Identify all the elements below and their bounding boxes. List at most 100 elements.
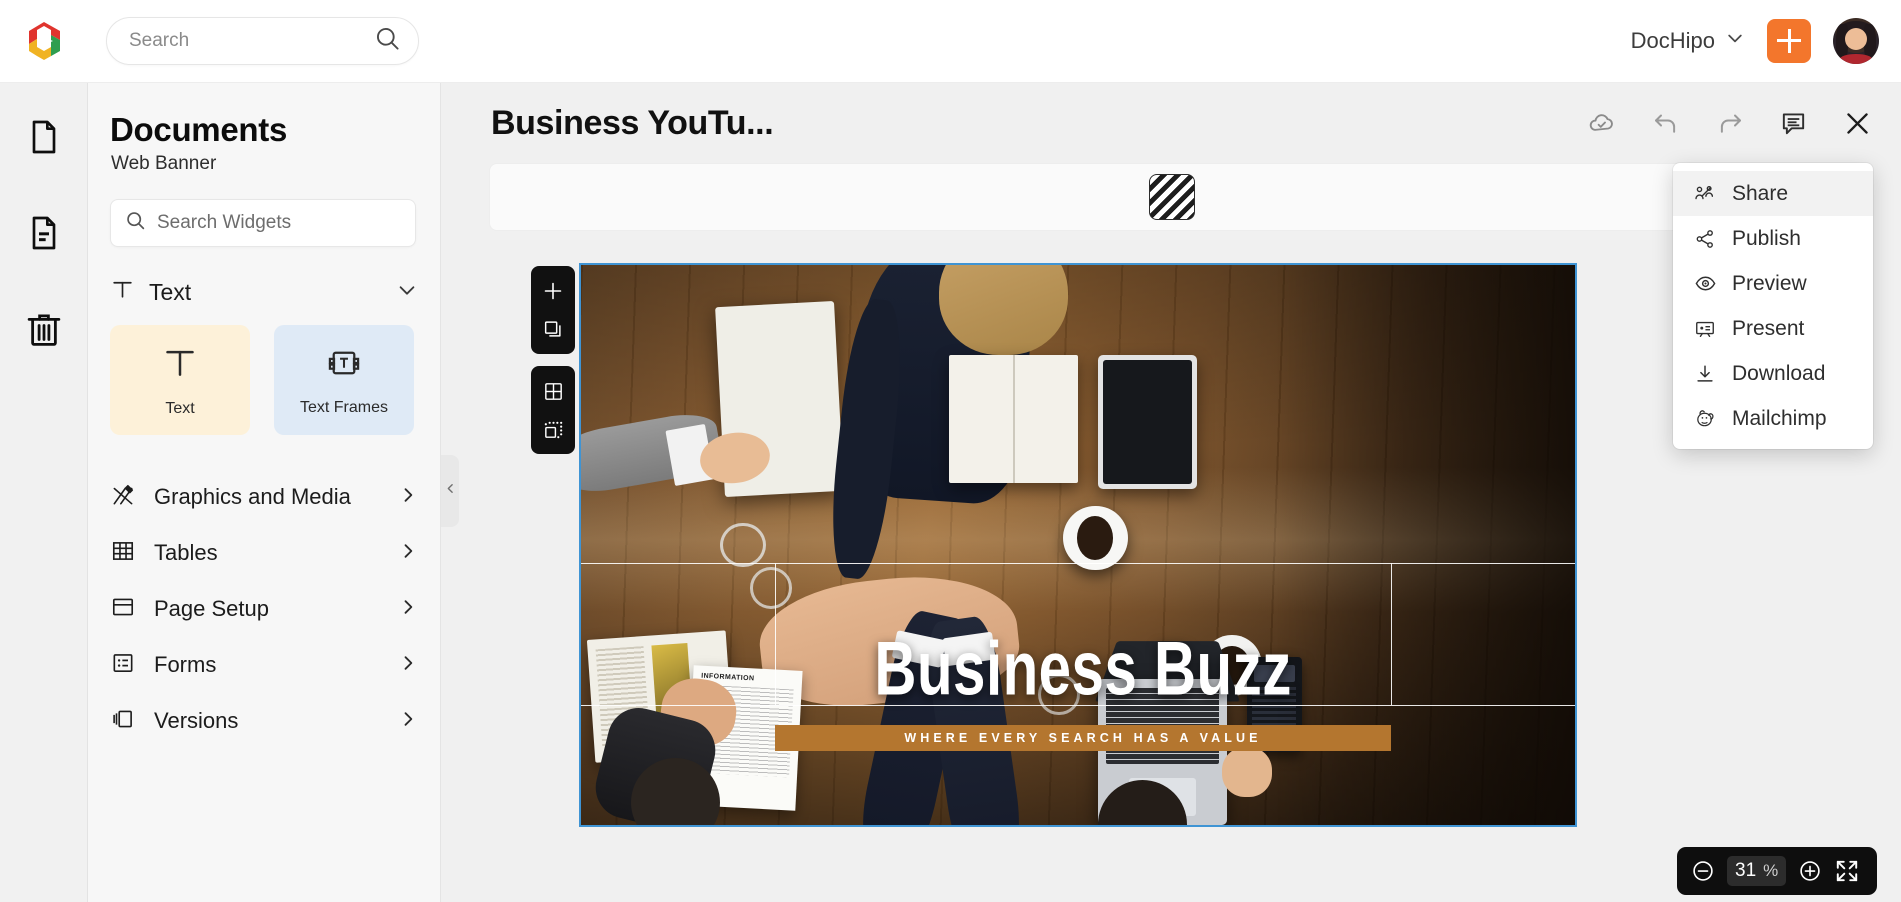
zoom-in-icon[interactable]	[1797, 858, 1823, 884]
table-grid-icon	[110, 538, 136, 569]
zoom-toolbar: 31 %	[1677, 847, 1877, 895]
rail-item-new-document[interactable]	[12, 107, 76, 171]
dochipo-logo-icon[interactable]	[20, 17, 68, 65]
close-x-icon[interactable]	[1842, 108, 1873, 139]
icon-rail	[0, 83, 88, 902]
section-text-label: Text	[149, 278, 192, 305]
workspace-label: DocHipo	[1630, 28, 1715, 53]
duplicate-page-button[interactable]	[538, 314, 568, 344]
widgets-panel: Documents Web Banner Text	[88, 83, 441, 902]
comment-icon[interactable]	[1779, 109, 1808, 138]
mailchimp-icon	[1693, 407, 1717, 430]
dropdown-item-label: Mailchimp	[1732, 406, 1827, 430]
chevron-down-icon[interactable]	[396, 279, 418, 306]
section-text[interactable]: Text	[110, 277, 418, 307]
eye-icon	[1693, 272, 1717, 295]
share-nodes-icon	[1693, 228, 1717, 250]
dropdown-item-label: Preview	[1732, 271, 1807, 295]
zoom-level-value: 31	[1735, 860, 1757, 881]
dropdown-item-label: Download	[1732, 361, 1826, 385]
dropdown-item-present[interactable]: Present	[1673, 306, 1873, 351]
plus-icon	[1777, 29, 1801, 53]
chevron-right-icon	[398, 597, 418, 622]
workspace-selector[interactable]: DocHipo	[1631, 28, 1745, 54]
trash-icon	[23, 308, 65, 355]
add-page-button[interactable]	[538, 276, 568, 306]
dropdown-item-preview[interactable]: Preview	[1673, 261, 1873, 306]
top-bar: DocHipo	[0, 0, 1901, 83]
menu-item-label: Page Setup	[154, 596, 269, 621]
diagonal-stripe-fill-icon[interactable]	[1149, 174, 1195, 220]
search-icon	[125, 210, 146, 236]
menu-item-label: Forms	[154, 652, 217, 677]
text-t-icon	[110, 277, 135, 307]
search-widgets-input[interactable]	[157, 212, 402, 234]
page-setup-icon	[110, 594, 136, 625]
top-bar-right: DocHipo	[1631, 18, 1879, 64]
document-blank-icon	[24, 117, 64, 162]
search-input[interactable]	[129, 30, 374, 52]
download-arrow-icon	[1693, 363, 1717, 385]
chevron-right-icon	[398, 709, 418, 734]
fullscreen-icon[interactable]	[1834, 858, 1860, 884]
chevron-left-icon	[444, 482, 457, 500]
undo-arrow-icon[interactable]	[1651, 108, 1681, 138]
dropdown-item-label: Publish	[1732, 226, 1801, 250]
dropdown-item-download[interactable]: Download	[1673, 351, 1873, 396]
graphics-media-icon	[110, 482, 136, 513]
menu-item-label: Graphics and Media	[154, 484, 351, 509]
page-float-tools	[531, 266, 575, 454]
menu-item-versions[interactable]: Versions	[88, 693, 440, 749]
zoom-out-icon[interactable]	[1690, 858, 1716, 884]
banner-headline[interactable]: Business Buzz	[793, 626, 1372, 713]
menu-item-label: Tables	[154, 540, 218, 565]
chevron-right-icon	[398, 485, 418, 510]
presentation-icon	[1693, 318, 1717, 340]
page-title: Documents	[110, 111, 287, 148]
widget-card-text[interactable]: Text	[110, 325, 250, 435]
canvas-toolbar	[489, 163, 1855, 231]
banner-tagline-bar[interactable]: WHERE EVERY SEARCH HAS A VALUE	[774, 725, 1392, 752]
menu-item-graphics-and-media[interactable]: Graphics and Media	[88, 469, 440, 525]
dropdown-item-mailchimp[interactable]: Mailchimp	[1673, 396, 1873, 441]
menu-item-label: Versions	[154, 708, 239, 733]
crop-select-button[interactable]	[538, 414, 568, 444]
forms-icon	[110, 650, 136, 681]
dropdown-item-publish[interactable]: Publish	[1673, 216, 1873, 261]
grid-view-button[interactable]	[538, 376, 568, 406]
chevron-right-icon	[398, 541, 418, 566]
redo-arrow-icon[interactable]	[1715, 108, 1745, 138]
app-root: DocHipo	[0, 0, 1901, 902]
text-widget-grid: Text Text Frames	[110, 325, 440, 435]
document-header: Business YouTu...	[441, 83, 1901, 163]
cloud-check-icon[interactable]	[1587, 108, 1617, 138]
search-icon	[374, 25, 401, 57]
text-frame-icon	[325, 344, 363, 387]
widget-card-text-frames[interactable]: Text Frames	[274, 325, 414, 435]
global-search[interactable]	[106, 17, 419, 65]
create-new-button[interactable]	[1767, 19, 1811, 63]
banner-canvas[interactable]: INFORMATION Business Buzz WHERE EVERY SE…	[579, 263, 1577, 827]
document-title[interactable]: Business YouTu...	[491, 104, 774, 143]
menu-item-page-setup[interactable]: Page Setup	[88, 581, 440, 637]
zoom-level-field[interactable]: 31 %	[1727, 856, 1787, 886]
dropdown-item-share[interactable]: Share	[1673, 171, 1873, 216]
share-users-icon	[1693, 183, 1717, 205]
rail-item-my-documents[interactable]	[12, 203, 76, 267]
rail-item-trash[interactable]	[12, 299, 76, 363]
banner-tagline: WHERE EVERY SEARCH HAS A VALUE	[904, 731, 1262, 746]
document-lines-icon	[24, 213, 64, 258]
document-actions-dropdown: Share Publish Preview Present Download M…	[1673, 163, 1873, 449]
dropdown-item-label: Present	[1732, 316, 1805, 340]
panel-menu: Graphics and Media Tables Page Setup For…	[88, 469, 440, 749]
user-avatar[interactable]	[1833, 18, 1879, 64]
chevron-right-icon	[398, 653, 418, 678]
text-t-icon	[160, 343, 200, 388]
menu-item-forms[interactable]: Forms	[88, 637, 440, 693]
panel-collapse-handle[interactable]	[441, 455, 459, 527]
widget-search[interactable]	[110, 199, 416, 247]
widget-card-text-label: Text	[165, 399, 195, 417]
document-type-label: Web Banner	[111, 153, 217, 174]
menu-item-tables[interactable]: Tables	[88, 525, 440, 581]
chevron-down-icon	[1725, 28, 1745, 54]
